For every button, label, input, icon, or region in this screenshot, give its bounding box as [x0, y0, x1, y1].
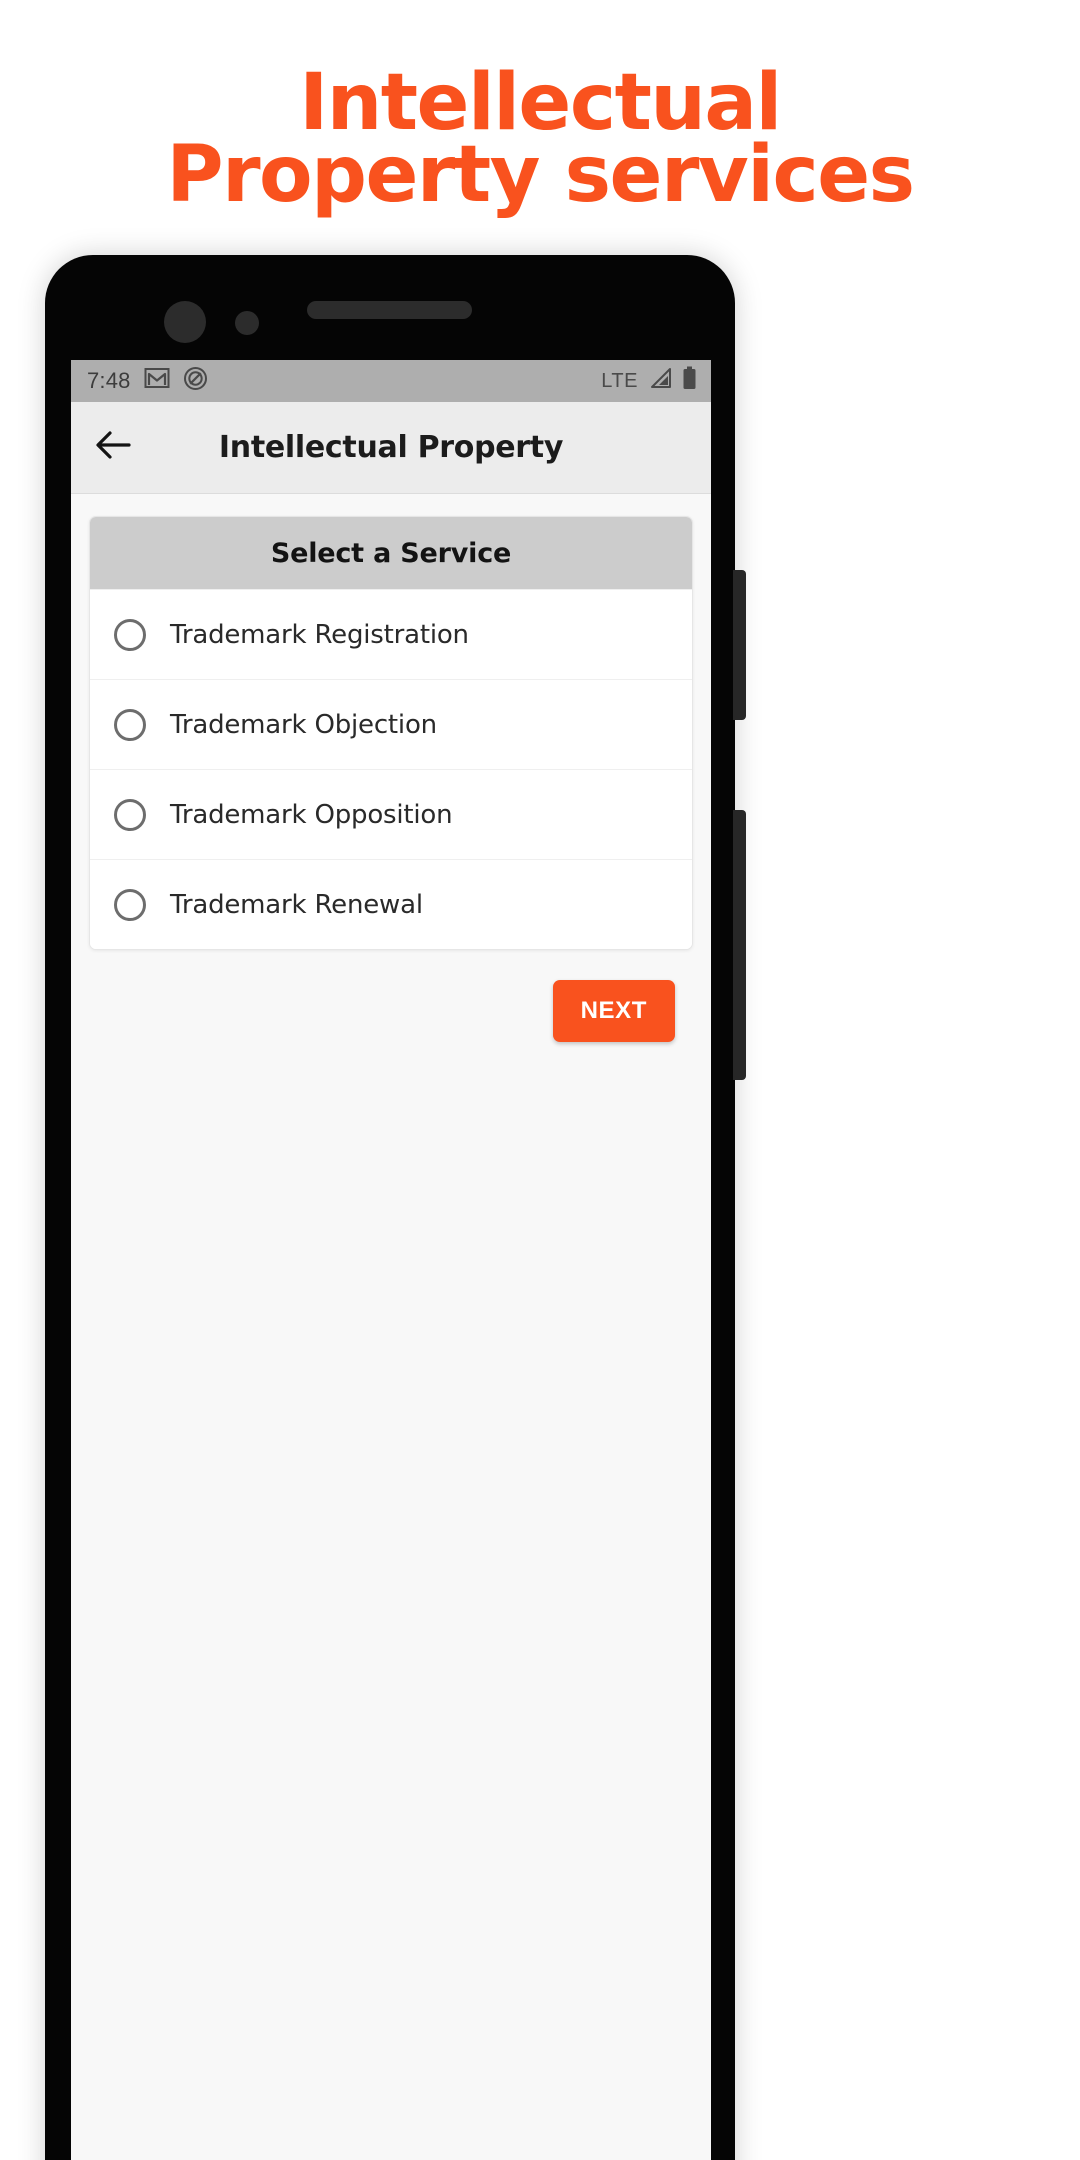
list-item[interactable]: Trademark Registration	[90, 589, 692, 679]
radio-button[interactable]	[114, 708, 146, 741]
page-title: Intellectual Property	[218, 430, 564, 465]
status-bar-right: LTE	[601, 366, 697, 396]
radio-button[interactable]	[114, 618, 146, 651]
radio-button[interactable]	[114, 798, 146, 831]
camera-sensor-icon	[235, 311, 259, 335]
camera-lens-icon	[164, 301, 206, 343]
screenshot-root: Intellectual Property services 7:48 LTE …	[0, 0, 1080, 2160]
gmail-icon	[144, 367, 170, 395]
phone-device-frame: 7:48 LTE Intellectual Property Select a …	[45, 255, 746, 2160]
status-bar-left: 7:48	[87, 366, 208, 397]
list-item-label: Trademark Objection	[170, 709, 437, 740]
signal-icon	[647, 367, 673, 395]
status-bar-clock: 7:48	[87, 368, 131, 393]
service-selection-card: Select a Service Trademark Registration …	[89, 516, 693, 950]
list-item-label: Trademark Opposition	[170, 799, 453, 830]
do-not-disturb-icon	[183, 366, 208, 397]
earpiece-speaker-icon	[307, 301, 472, 319]
screen-content: Select a Service Trademark Registration …	[71, 494, 711, 1042]
power-button[interactable]	[733, 570, 746, 720]
list-item[interactable]: Trademark Objection	[90, 679, 692, 769]
list-item[interactable]: Trademark Renewal	[90, 859, 692, 949]
status-bar: 7:48 LTE	[71, 360, 711, 402]
list-item-label: Trademark Renewal	[170, 889, 423, 920]
card-header-label: Select a Service	[90, 517, 692, 589]
battery-icon	[682, 366, 697, 396]
volume-rocker[interactable]	[733, 810, 746, 1080]
radio-button[interactable]	[114, 888, 146, 921]
list-item-label: Trademark Registration	[170, 619, 469, 650]
promo-line-1: Intellectual	[299, 58, 782, 148]
action-bar: NEXT	[89, 950, 693, 1042]
promo-headline: Intellectual Property services	[0, 58, 1080, 220]
next-button[interactable]: NEXT	[552, 980, 675, 1042]
network-type-label: LTE	[601, 369, 638, 392]
promo-line-2: Property services	[166, 129, 915, 220]
app-bar: Intellectual Property	[71, 402, 711, 494]
list-item[interactable]: Trademark Opposition	[90, 769, 692, 859]
phone-screen: 7:48 LTE Intellectual Property Select a …	[71, 360, 711, 2160]
